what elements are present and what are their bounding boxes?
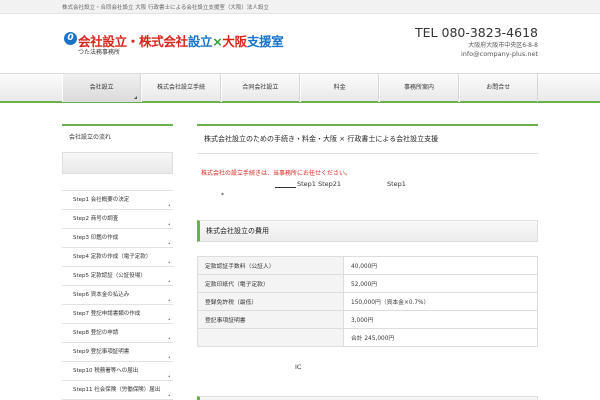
fee-value: 52,000円 bbox=[343, 274, 538, 293]
corner-arrow-icon bbox=[168, 394, 170, 396]
fee-label: 登記事項証明書 bbox=[197, 310, 344, 329]
corner-arrow-icon bbox=[168, 337, 170, 339]
sidebar-item-step8[interactable]: Step8 登記の申請 bbox=[62, 324, 173, 343]
corner-arrow-icon bbox=[168, 280, 170, 282]
logo-title-part: 設立 bbox=[187, 34, 213, 49]
corner-arrow-icon bbox=[168, 375, 170, 377]
underline-blank bbox=[275, 180, 296, 188]
sidebar-item-step3[interactable]: Step3 印鑑の作成 bbox=[62, 229, 173, 248]
sidebar-item-step1[interactable]: Step1 会社概要の決定 bbox=[62, 191, 173, 210]
top-info-bar: 株式会社設立・合同会社設立 大阪 行政書士による会社設立支援室（大阪）法人設立 bbox=[0, 0, 600, 14]
sidebar-item-step4[interactable]: Step4 定款の作成（電子定款） bbox=[62, 248, 173, 267]
sidebar-item-label: Step11 社会保険（労働保険）届出 bbox=[73, 387, 161, 393]
logo-title-part: × bbox=[212, 34, 223, 49]
table-row: 定款印紙代（電子定款） 52,000円 bbox=[197, 274, 538, 293]
office-address: 大阪府大阪市中央区6-8-8 bbox=[468, 42, 538, 49]
logo-subtitle: つた法務事務所 bbox=[78, 49, 121, 56]
nav-item-label: お問合せ bbox=[486, 84, 511, 91]
top-info-text: 株式会社設立・合同会社設立 大阪 行政書士による会社設立支援室（大阪）法人設立 bbox=[62, 5, 269, 11]
corner-arrow-icon bbox=[134, 96, 138, 99]
asterisk-note: * bbox=[221, 192, 224, 199]
sidebar-title: 会社設立の流れ bbox=[62, 124, 173, 152]
site-logo[interactable]: 0 会社設立・株式会社設立×大阪支援室 つた法務事務所 bbox=[64, 31, 314, 59]
nav-item-kabushiki[interactable]: 株式会社設立手続 bbox=[141, 74, 221, 102]
nav-item-contact[interactable]: お問合せ bbox=[458, 74, 538, 102]
sidebar-item-label: Step7 登記申請書類の作成 bbox=[73, 311, 141, 317]
fee-value: 150,000円（資本金×0.7%） bbox=[343, 292, 538, 311]
sidebar-item-label: Step5 定款認証（公証役場） bbox=[73, 273, 146, 279]
corner-arrow-icon bbox=[168, 204, 170, 206]
nav-item-label: 会社設立 bbox=[89, 84, 114, 91]
fee-total: 合計 245,000円 bbox=[343, 328, 538, 347]
red-notice-text: 株式会社の設立手続きは、当事務所にお任せください。 bbox=[201, 170, 352, 177]
sidebar-item-step11[interactable]: Step11 社会保険（労働保険）届出 bbox=[62, 381, 173, 400]
step-summary-line: Step1 Step21 Step1 bbox=[197, 180, 538, 190]
nav-item-godo[interactable]: 合同会社設立 bbox=[220, 74, 300, 102]
step-link-text[interactable]: Step1 bbox=[387, 180, 406, 188]
fee-value: 3,000円 bbox=[343, 310, 538, 329]
fee-label: 登録免許税（最低） bbox=[197, 292, 344, 311]
sidebar-item-label: Step4 定款の作成（電子定款） bbox=[73, 254, 152, 260]
table-row: 合計 245,000円 bbox=[197, 328, 538, 347]
ic-note: IC bbox=[295, 363, 302, 371]
nav-item-label: 料金 bbox=[333, 84, 346, 91]
sidebar-banner bbox=[62, 152, 173, 174]
corner-arrow-icon bbox=[168, 356, 170, 358]
sidebar-item-label: Step2 商号の調査 bbox=[73, 216, 119, 222]
section-heading-fees: 株式会社設立の費用 bbox=[197, 220, 538, 242]
corner-arrow-icon bbox=[168, 242, 170, 244]
corner-arrow-icon bbox=[168, 261, 170, 263]
nav-item-label: 株式会社設立手続 bbox=[156, 84, 205, 91]
sidebar-item-step2[interactable]: Step2 商号の調査 bbox=[62, 210, 173, 229]
logo-title-part: 大阪 bbox=[222, 34, 247, 49]
corner-arrow-icon bbox=[168, 223, 170, 225]
corner-arrow-icon bbox=[168, 318, 170, 320]
logo-mark-icon: 0 bbox=[64, 32, 77, 45]
logo-title-part: 支援室 bbox=[246, 34, 284, 49]
fee-label: 定款印紙代（電子定款） bbox=[197, 274, 344, 293]
sidebar-item-label: Step10 税務署等への届出 bbox=[73, 368, 139, 374]
sidebar-item-label: Step6 資本金の払込み bbox=[73, 292, 130, 298]
table-row: 登記事項証明書 3,000円 bbox=[197, 310, 538, 329]
table-row: 定款認証手数料（公証人） 40,000円 bbox=[197, 256, 538, 275]
nav-item-label: 事務所案内 bbox=[403, 84, 434, 91]
fee-label bbox=[197, 328, 344, 347]
email-link[interactable]: info@company-plus.net bbox=[318, 50, 538, 58]
nav-item-label: 合同会社設立 bbox=[242, 84, 279, 91]
logo-title-part: 株式会社 bbox=[139, 34, 188, 49]
nav-item-fees[interactable]: 料金 bbox=[299, 74, 380, 102]
fee-table: 定款認証手数料（公証人） 40,000円 定款印紙代（電子定款） 52,000円… bbox=[197, 256, 538, 347]
fee-value: 40,000円 bbox=[343, 256, 538, 275]
sidebar-item-step10[interactable]: Step10 税務署等への届出 bbox=[62, 362, 173, 381]
step-link-text[interactable]: Step1 Step21 bbox=[297, 180, 341, 188]
sidebar-item-step7[interactable]: Step7 登記申請書類の作成 bbox=[62, 305, 173, 324]
global-nav: 会社設立 株式会社設立手続 合同会社設立 料金 事務所案内 お問合せ bbox=[0, 73, 600, 103]
page-title: 株式会社設立のための手続き・料金・大阪 × 行政書士による会社設立支援 bbox=[197, 124, 538, 154]
sidebar-step-list: Step1 会社概要の決定 Step2 商号の調査 Step3 印鑑の作成 St… bbox=[62, 190, 173, 400]
sidebar-item-step9[interactable]: Step9 登記事項証明書 bbox=[62, 343, 173, 362]
sidebar-item-label: Step8 登記の申請 bbox=[73, 330, 119, 336]
fee-label: 定款認証手数料（公証人） bbox=[197, 256, 344, 275]
contact-info: TEL 080-3823-4618 大阪府大阪市中央区6-8-8 info@co… bbox=[318, 26, 538, 59]
table-row: 登録免許税（最低） 150,000円（資本金×0.7%） bbox=[197, 292, 538, 311]
sidebar: 会社設立の流れ Step1 会社概要の決定 Step2 商号の調査 Step3 … bbox=[62, 124, 173, 400]
nav-item-company-setup[interactable]: 会社設立 bbox=[62, 74, 142, 102]
sidebar-item-label: Step3 印鑑の作成 bbox=[73, 235, 119, 241]
sidebar-item-step6[interactable]: Step6 資本金の払込み bbox=[62, 286, 173, 305]
sidebar-item-label: Step1 会社概要の決定 bbox=[73, 197, 130, 203]
sidebar-item-label: Step9 登記事項証明書 bbox=[73, 349, 130, 355]
sidebar-item-step5[interactable]: Step5 定款認証（公証役場） bbox=[62, 267, 173, 286]
main-content: 株式会社設立のための手続き・料金・大阪 × 行政書士による会社設立支援 株式会社… bbox=[197, 124, 538, 400]
phone-number[interactable]: TEL 080-3823-4618 bbox=[318, 26, 538, 40]
nav-item-office[interactable]: 事務所案内 bbox=[379, 74, 459, 102]
corner-arrow-icon bbox=[168, 299, 170, 301]
next-section-heading bbox=[197, 396, 538, 400]
